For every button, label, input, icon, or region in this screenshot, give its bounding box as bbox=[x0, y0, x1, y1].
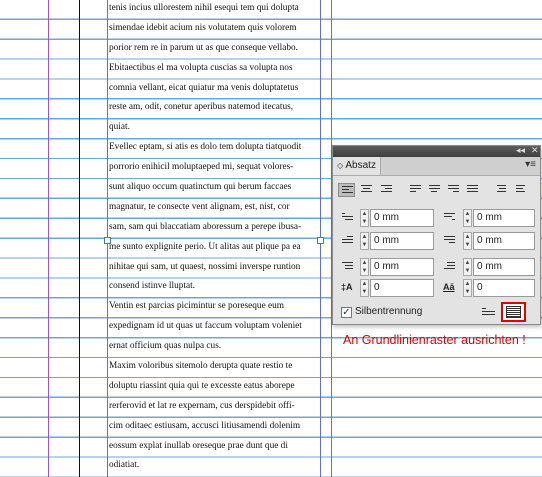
text-line: reste am, odit, conetur aperibus natemod… bbox=[109, 102, 294, 113]
last-line-indent-field[interactable]: 0 mm bbox=[473, 232, 535, 250]
text-line: tenis incius ullorestem nihil esequi tem… bbox=[109, 3, 299, 13]
align-towards-spine-button[interactable] bbox=[492, 183, 509, 197]
align-left-button[interactable] bbox=[338, 183, 355, 197]
text-line: Ventin est parcias picimintur se poreseq… bbox=[109, 301, 285, 312]
last-line-indent-icon bbox=[441, 234, 458, 248]
text-line: Evellec eptam, si atis es dolo tem dolup… bbox=[109, 142, 302, 153]
align-right-icon bbox=[381, 185, 392, 195]
panel-menu-icon[interactable]: ▾≡ bbox=[525, 159, 536, 170]
dropcap-lines-icon: ‡A bbox=[341, 282, 353, 292]
text-line: cim oditaec estiusam, accusci litiusamen… bbox=[109, 420, 301, 431]
text-line: simendae idebit acium nis volutatem quis… bbox=[109, 22, 297, 33]
text-line: porior rem re in parum ut as que consequ… bbox=[109, 42, 298, 53]
align-center-button[interactable] bbox=[358, 183, 375, 197]
justify-left-icon bbox=[410, 185, 421, 195]
body-text[interactable]: tenis incius ullorestem nihil esequi tem… bbox=[109, 0, 323, 476]
annotation-text: An Grundlinienraster ausrichten ! bbox=[343, 333, 526, 347]
text-line: consend istinve lluptat. bbox=[109, 281, 195, 292]
panel-titlebar[interactable]: ◂◂ ✕ bbox=[333, 145, 540, 157]
right-indent-stepper[interactable]: ▲ ▼ bbox=[463, 209, 472, 227]
space-before-stepper[interactable]: ▲ ▼ bbox=[360, 258, 369, 276]
text-line: doluptu riassint quia qui te excesste ea… bbox=[109, 380, 295, 391]
text-line: Maxim voloribus sitemolo derupta quate r… bbox=[109, 361, 293, 372]
text-line: rerferovid et lat re expernam, cus dersp… bbox=[109, 400, 295, 411]
text-line: sunt aliquo occum quatinctum qui berum f… bbox=[109, 182, 292, 193]
left-indent-stepper[interactable]: ▲ ▼ bbox=[360, 209, 369, 227]
align-towards-spine-icon bbox=[495, 185, 506, 195]
justify-all-button[interactable] bbox=[464, 183, 481, 197]
margin-guide-left bbox=[48, 0, 49, 477]
text-line: sam, sam qui blaccatiam aboressum a pere… bbox=[109, 221, 302, 232]
text-line: odiatiat. bbox=[109, 460, 140, 471]
justify-right-icon bbox=[448, 185, 459, 195]
align-away-from-spine-button[interactable] bbox=[513, 183, 530, 197]
space-before-field[interactable]: 0 mm bbox=[370, 258, 434, 276]
align-to-baseline-grid-icon bbox=[506, 306, 521, 318]
align-away-from-spine-icon bbox=[516, 185, 527, 195]
alignment-row bbox=[333, 183, 540, 199]
first-line-indent-field[interactable]: 0 mm bbox=[370, 232, 434, 250]
last-line-indent-stepper[interactable]: ▲ ▼ bbox=[463, 232, 472, 250]
tab-arrows-icon: ◇ bbox=[337, 161, 344, 170]
align-center-icon bbox=[361, 185, 372, 195]
dropcap-lines-stepper[interactable]: ▲ ▼ bbox=[360, 279, 369, 297]
align-left-icon bbox=[342, 186, 353, 196]
hyphenation-checkbox[interactable]: ✓ bbox=[341, 307, 352, 318]
text-line: comnia vellant, eicat quiatur ma venis d… bbox=[109, 82, 299, 93]
right-indent-field[interactable]: 0 mm bbox=[473, 209, 535, 227]
dropcap-chars-stepper[interactable]: ▲ ▼ bbox=[463, 279, 472, 297]
tab-absatz[interactable]: ◇ Absatz bbox=[333, 157, 381, 175]
tab-absatz-label: Absatz bbox=[345, 160, 376, 171]
justify-all-icon bbox=[467, 185, 478, 195]
first-line-indent-stepper[interactable]: ▲ ▼ bbox=[360, 232, 369, 250]
justify-left-button[interactable] bbox=[407, 183, 424, 197]
hyphenation-label: Silbentrennung bbox=[355, 306, 423, 317]
do-not-align-to-baseline-button[interactable] bbox=[480, 306, 497, 319]
text-line: ernat officium quas nulpa cus. bbox=[109, 341, 222, 352]
dropcap-chars-icon: Aā bbox=[443, 282, 455, 292]
text-line: porrorio enihicil moluptaeped mi, sequat… bbox=[109, 162, 294, 173]
space-after-field[interactable]: 0 mm bbox=[473, 258, 535, 276]
align-right-button[interactable] bbox=[378, 183, 395, 197]
space-after-icon bbox=[441, 260, 458, 274]
do-not-align-to-baseline-icon bbox=[482, 308, 495, 318]
close-icon[interactable]: ✕ bbox=[531, 145, 539, 156]
right-indent-icon bbox=[441, 211, 458, 225]
space-before-icon bbox=[339, 260, 356, 274]
space-after-stepper[interactable]: ▲ ▼ bbox=[463, 258, 472, 276]
dropcap-chars-field[interactable]: 0 bbox=[473, 279, 535, 297]
align-to-baseline-grid-button[interactable] bbox=[501, 302, 526, 322]
text-line: expedignam id ut quas ut faccum voluptam… bbox=[109, 321, 302, 332]
justify-center-button[interactable] bbox=[426, 183, 443, 197]
text-line: quiat. bbox=[109, 122, 130, 133]
collapse-icon[interactable]: ◂◂ bbox=[516, 145, 525, 156]
text-line: magnatur, te consecte vent alignam, est,… bbox=[109, 201, 290, 212]
paragraph-panel: ◂◂ ✕ ◇ Absatz ▾≡ ▲ ▼ 0 mm ▲ ▼ 0 mm ▲ ▼ 0… bbox=[332, 145, 541, 325]
justify-right-button[interactable] bbox=[445, 183, 462, 197]
dropcap-lines-field[interactable]: 0 bbox=[370, 279, 434, 297]
left-indent-field[interactable]: 0 mm bbox=[370, 209, 434, 227]
justify-center-icon bbox=[429, 185, 440, 195]
text-line: nihitae qui sam, ut quaest, nossimi inve… bbox=[109, 261, 301, 272]
page-edge bbox=[79, 0, 80, 477]
left-indent-icon bbox=[339, 211, 356, 225]
text-line: Ebitaectibus el ma volupta cuscias sa vo… bbox=[109, 62, 293, 73]
text-line: eossum explat inullab oreseque prae dunt… bbox=[109, 440, 288, 451]
text-line: me sunto explignite perio. Ut alitas aut… bbox=[109, 241, 301, 252]
first-line-indent-icon bbox=[339, 234, 356, 248]
